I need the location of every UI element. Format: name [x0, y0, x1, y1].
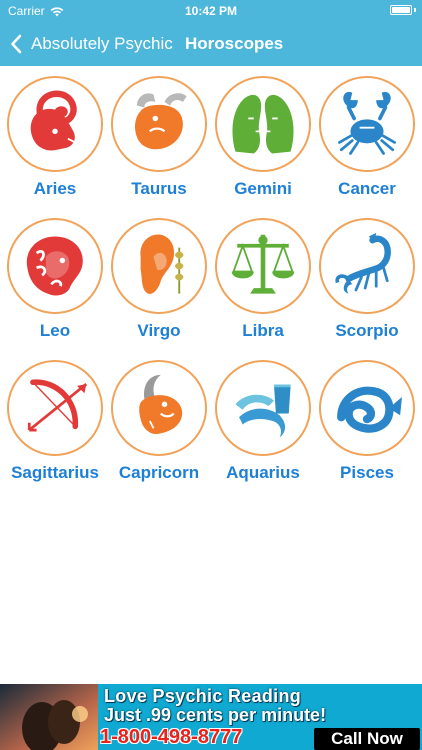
ad-headline: Love Psychic Reading [104, 686, 302, 706]
sign-tile-scorpio[interactable]: Scorpio [315, 216, 419, 358]
taurus-bull-icon [111, 76, 207, 172]
navigation-bar: Absolutely Psychic Horoscopes [0, 22, 422, 66]
battery-cap [414, 8, 416, 12]
capricorn-goat-icon [111, 360, 207, 456]
scorpio-scorpion-icon [319, 218, 415, 314]
sign-tile-taurus[interactable]: Taurus [107, 74, 211, 216]
sign-name: Cancer [338, 179, 396, 198]
couple-photo [0, 684, 98, 750]
sign-tile-pisces[interactable]: Pisces [315, 358, 419, 500]
ad-subheadline: Just .99 cents per minute! [104, 705, 327, 725]
call-now-button[interactable]: Call Now [314, 728, 420, 750]
sign-name: Aquarius [226, 463, 300, 482]
sign-tile-capricorn[interactable]: Capricorn [107, 358, 211, 500]
sign-tile-libra[interactable]: Libra [211, 216, 315, 358]
sign-tile-aries[interactable]: Aries [3, 74, 107, 216]
leo-lion-icon [7, 218, 103, 314]
sign-name: Pisces [340, 463, 394, 482]
aquarius-water-icon [215, 360, 311, 456]
sign-tile-gemini[interactable]: Gemini [211, 74, 315, 216]
status-bar: Carrier 10:42 PM [0, 0, 422, 22]
sign-name: Taurus [131, 179, 187, 198]
ad-banner[interactable]: Love Psychic Reading Just .99 cents per … [0, 684, 422, 750]
chevron-left-icon [11, 34, 22, 54]
back-button[interactable]: Absolutely Psychic [10, 31, 173, 57]
ad-phone-number[interactable]: 1-800-498-8777 [100, 726, 242, 749]
zodiac-grid: Aries Taurus Gemini Cancer Leo Virgo Lib… [3, 74, 419, 500]
cancer-crab-icon [319, 76, 415, 172]
aries-ram-icon [7, 76, 103, 172]
page-title: Horoscopes [185, 34, 284, 53]
sign-name: Virgo [137, 321, 181, 340]
sign-tile-aquarius[interactable]: Aquarius [211, 358, 315, 500]
sign-name: Leo [39, 321, 71, 340]
virgo-maiden-icon [111, 218, 207, 314]
battery-level [392, 7, 410, 13]
battery-icon [390, 5, 412, 15]
sign-name: Libra [242, 321, 284, 340]
sign-name: Scorpio [335, 321, 399, 340]
top-chrome: Carrier 10:42 PM Absolutely Psychic Horo… [0, 0, 422, 66]
back-button-label: Absolutely Psychic [31, 34, 173, 53]
sign-tile-leo[interactable]: Leo [3, 216, 107, 358]
sign-name: Sagittarius [11, 463, 99, 482]
status-time: 10:42 PM [184, 4, 238, 18]
sign-tile-virgo[interactable]: Virgo [107, 216, 211, 358]
libra-scales-icon [215, 218, 311, 314]
sign-tile-cancer[interactable]: Cancer [315, 74, 419, 216]
sign-name: Aries [33, 179, 77, 198]
sign-name: Gemini [234, 179, 292, 198]
sagittarius-bow-icon [7, 360, 103, 456]
pisces-fish-icon [319, 360, 415, 456]
sign-name: Capricorn [118, 463, 200, 482]
sign-tile-sagittarius[interactable]: Sagittarius [3, 358, 107, 500]
gemini-twins-icon [215, 76, 311, 172]
